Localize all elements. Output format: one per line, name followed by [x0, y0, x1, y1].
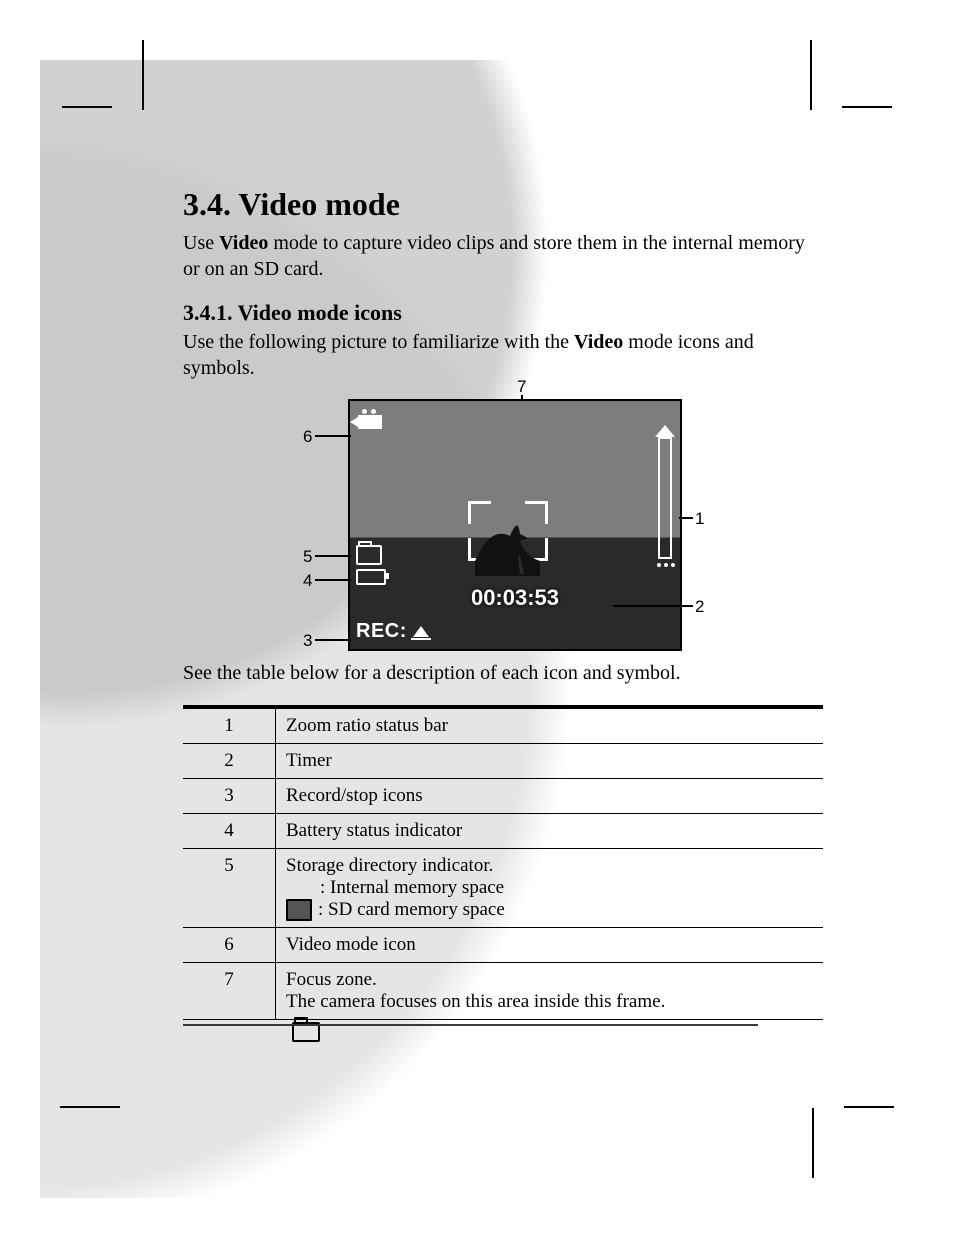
subsection-heading: 3.4.1. Video mode icons [183, 300, 823, 326]
table-row: 3Record/stop icons [183, 778, 823, 813]
timer-readout: 00:03:53 [350, 585, 680, 611]
callout-7: 7 [517, 377, 526, 397]
camera-screen: 00:03:53 REC: [348, 399, 682, 651]
table-row: 1Zoom ratio status bar [183, 707, 823, 744]
sd-card-icon [286, 899, 312, 921]
icon-description-table: 1Zoom ratio status bar 2Timer 3Record/st… [183, 705, 823, 1020]
storage-folder-icon [356, 545, 382, 565]
video-mode-icon [358, 415, 382, 429]
callout-2: 2 [695, 597, 704, 617]
table-lead-in: See the table below for a description of… [183, 661, 823, 687]
callout-5: 5 [303, 547, 312, 567]
zoom-bar-icon [658, 437, 672, 559]
bird-silhouette [470, 506, 560, 576]
table-row: 7 Focus zone.The camera focuses on this … [183, 962, 823, 1019]
callout-1: 1 [695, 509, 704, 529]
table-row: 6Video mode icon [183, 927, 823, 962]
callout-6: 6 [303, 427, 312, 447]
battery-icon [356, 569, 386, 585]
callout-3: 3 [303, 631, 312, 651]
table-row: 2Timer [183, 743, 823, 778]
footer-rule [183, 1024, 758, 1026]
rec-indicator: REC: [356, 620, 429, 643]
shutter-icon [413, 626, 429, 637]
intro-paragraph: Use Video mode to capture video clips an… [183, 231, 823, 282]
table-row: 5 Storage directory indicator. : Interna… [183, 848, 823, 927]
section-heading: 3.4. Video mode [183, 186, 823, 223]
callout-4: 4 [303, 571, 312, 591]
subintro-paragraph: Use the following picture to familiarize… [183, 330, 823, 381]
table-row: 4Battery status indicator [183, 813, 823, 848]
video-mode-diagram: 7 00:03:53 REC: 6 5 4 3 1 2 [303, 399, 703, 651]
